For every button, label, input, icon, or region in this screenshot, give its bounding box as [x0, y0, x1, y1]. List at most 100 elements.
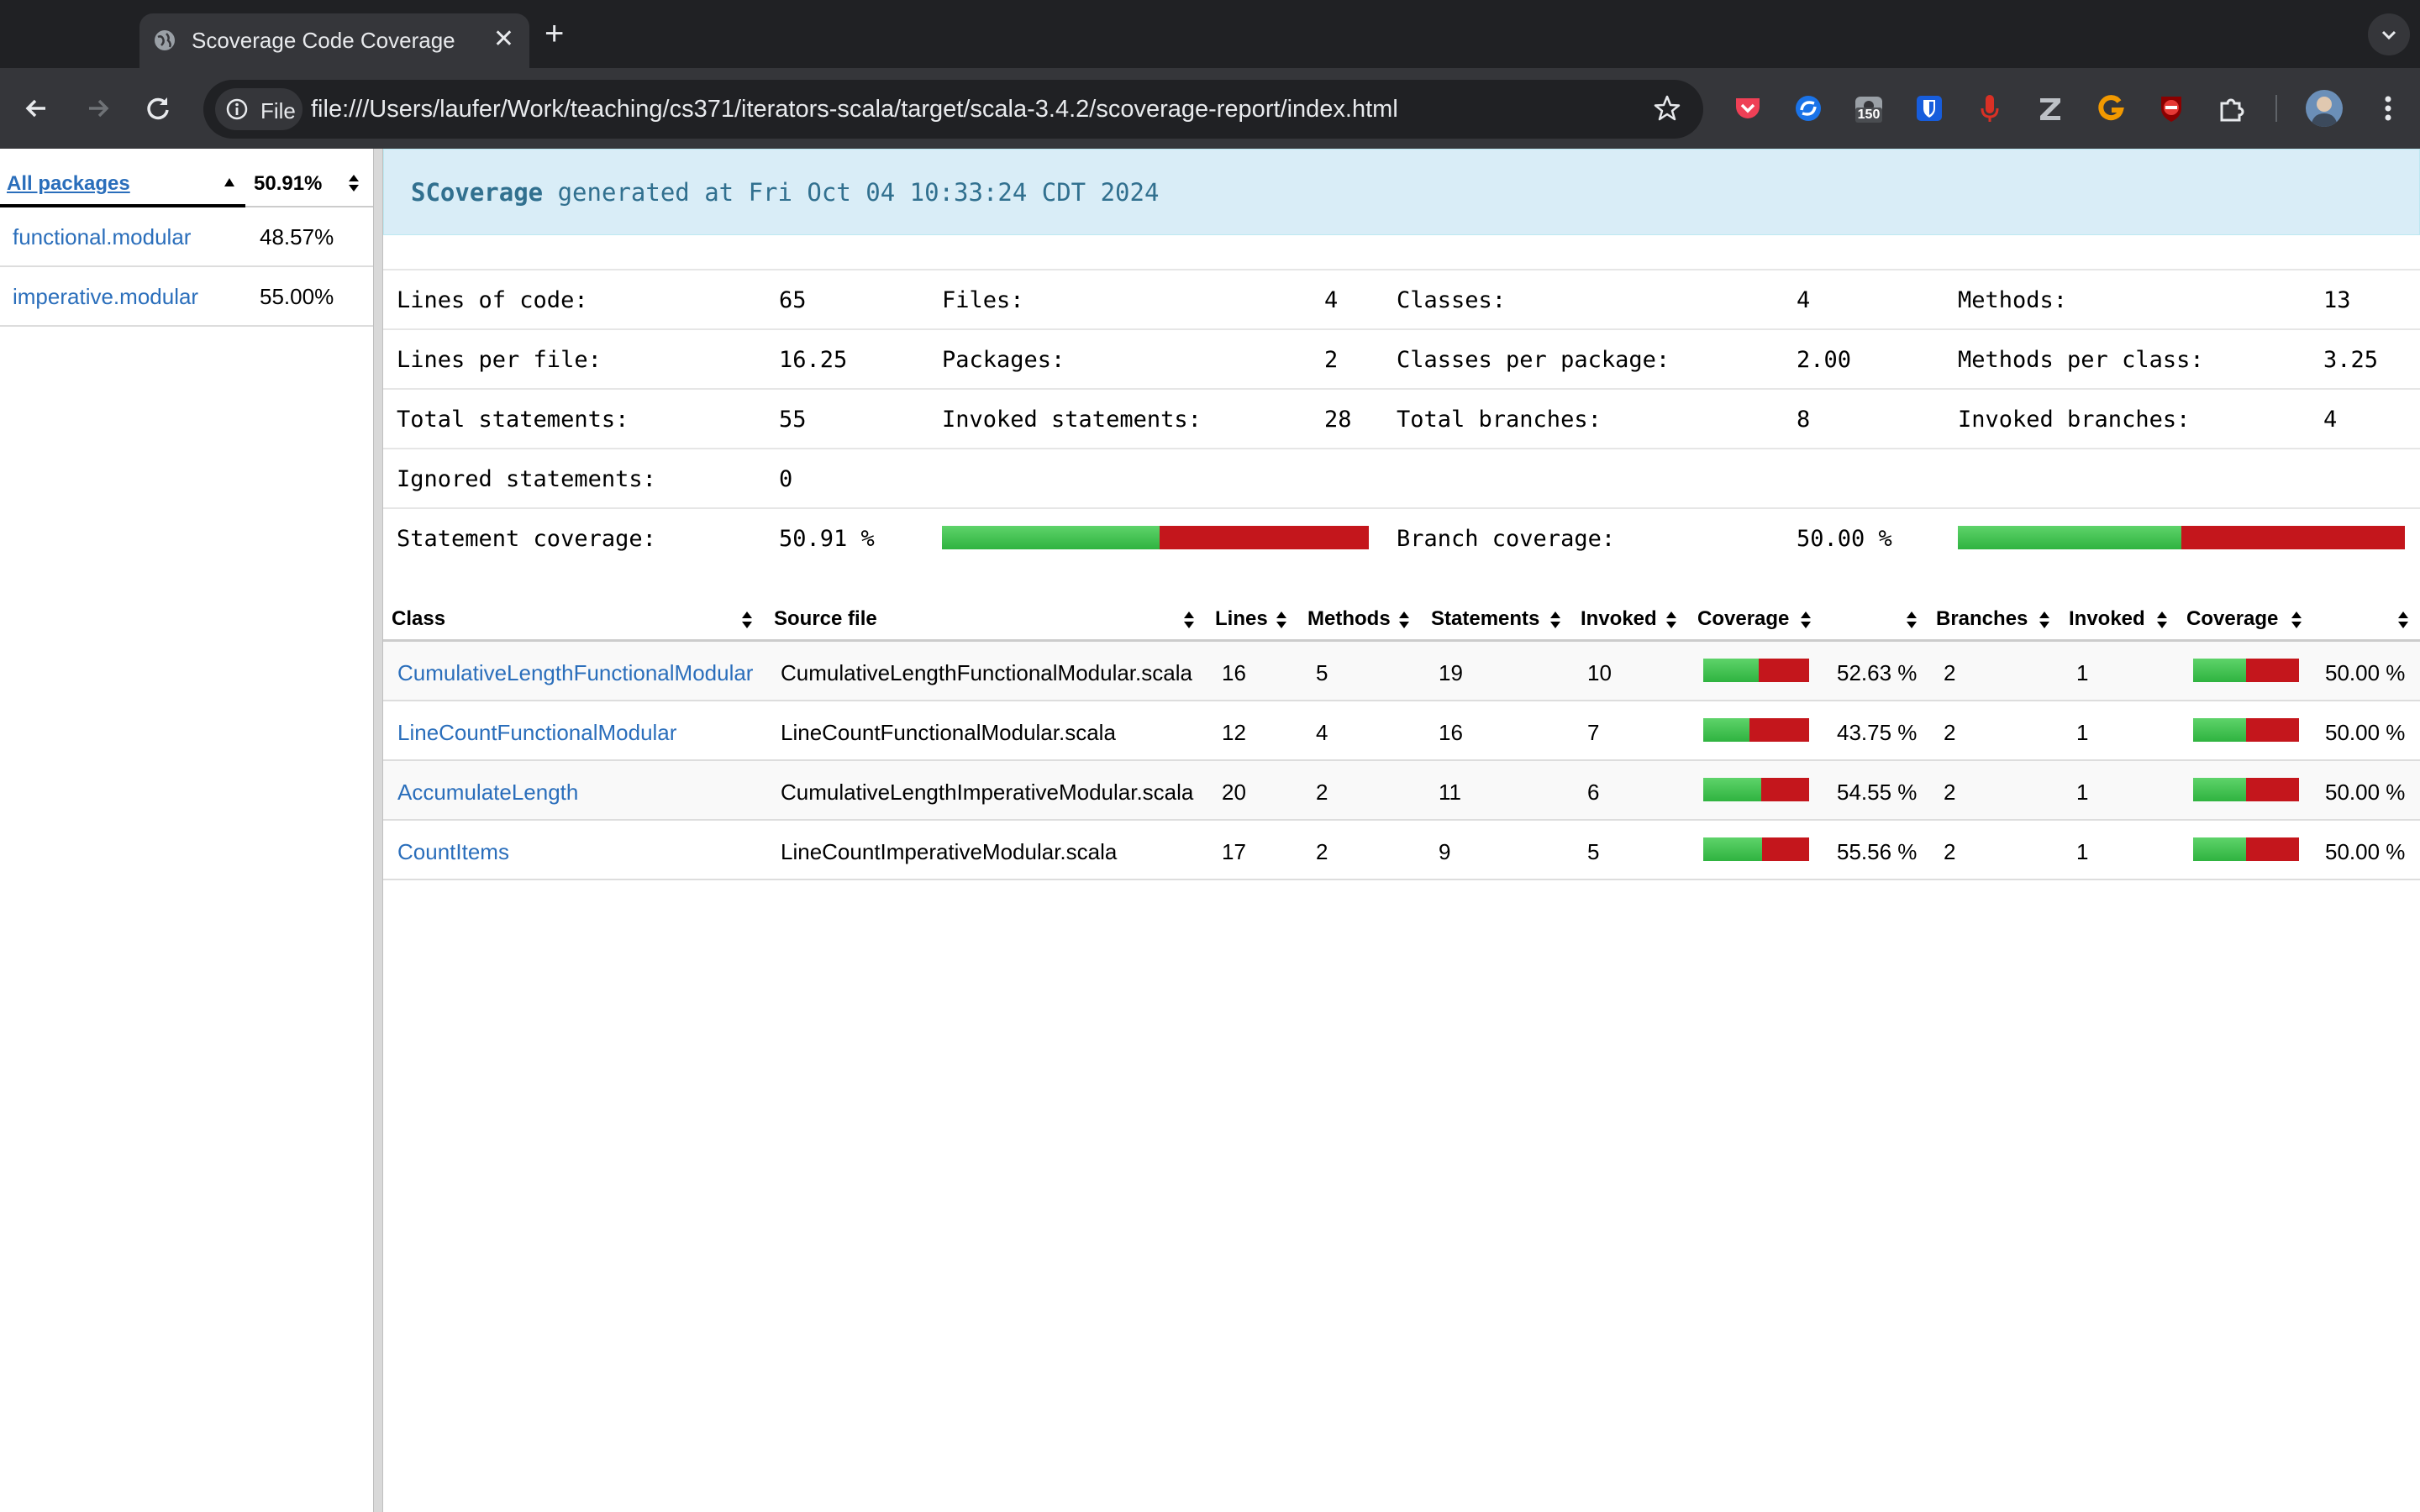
- covered-segment: [1703, 659, 1760, 682]
- col-source-file[interactable]: Source file: [774, 607, 877, 631]
- col-invoked[interactable]: Invoked: [1581, 607, 1657, 631]
- source-file: CumulativeLengthFunctionalModular.scala: [781, 660, 1192, 685]
- methods-value: 4: [1316, 720, 1328, 745]
- stat-label: Invoked branches:: [1958, 407, 2191, 433]
- uncovered-segment: [2246, 659, 2299, 682]
- uncovered-segment: [1759, 659, 1809, 682]
- sort-icon[interactable]: [1276, 611, 1287, 629]
- uncovered-segment: [1760, 778, 1809, 801]
- package-link[interactable]: imperative.modular: [13, 284, 198, 310]
- col-coverage[interactable]: Coverage: [1697, 607, 1789, 631]
- stat-value: 16.25: [779, 347, 848, 373]
- lines-value: 20: [1222, 780, 1246, 805]
- forward-arrow-icon[interactable]: [79, 90, 116, 127]
- new-tab-button[interactable]: +: [544, 15, 564, 52]
- col-class[interactable]: Class: [392, 607, 445, 631]
- sort-icon[interactable]: [1800, 611, 1812, 629]
- covered-segment: [2193, 778, 2246, 801]
- statements-value: 19: [1439, 660, 1463, 685]
- microphone-icon[interactable]: [1973, 92, 2007, 125]
- stat-label: Lines per file:: [397, 347, 602, 373]
- covered-segment: [942, 526, 1160, 549]
- address-bar[interactable]: File file:///Users/laufer/Work/teaching/…: [203, 80, 1703, 139]
- invoked-value: 5: [1587, 839, 1600, 864]
- page-content: All packages 50.91% functional.modular 4…: [0, 149, 2420, 1512]
- stat-label: Methods per class:: [1958, 347, 2204, 373]
- stat-value: 8: [1797, 407, 1811, 433]
- ad-blocker-icon[interactable]: [2154, 92, 2188, 125]
- sort-icon[interactable]: [1183, 611, 1195, 629]
- col-branch-invoked[interactable]: Invoked: [2069, 607, 2145, 631]
- col-methods[interactable]: Methods: [1307, 607, 1391, 631]
- extension-badge-icon[interactable]: 150: [1852, 92, 1886, 125]
- generated-at: generated at Fri Oct 04 10:33:24 CDT 202…: [543, 178, 1160, 207]
- stat-label: Lines of code:: [397, 287, 588, 313]
- class-link[interactable]: CountItems: [397, 839, 509, 865]
- sort-icon[interactable]: [1549, 611, 1561, 629]
- uncovered-segment: [1159, 526, 1369, 549]
- summary-stats-table: Lines of code: 65 Files: 4 Classes: 4 Me…: [383, 269, 2420, 567]
- statement-coverage-bar: [1703, 778, 1809, 801]
- puzzle-extensions-icon[interactable]: [2215, 92, 2249, 125]
- statement-coverage-bar: [1703, 837, 1809, 861]
- table-row: CountItems LineCountImperativeModular.sc…: [383, 821, 2420, 880]
- branch-coverage-value: 50.00 %: [2325, 660, 2406, 685]
- grammar-extension-icon[interactable]: [2094, 92, 2128, 125]
- stat-label: Classes:: [1397, 287, 1507, 313]
- branch-coverage-value: 50.00 %: [2325, 720, 2406, 745]
- statement-coverage-bar: [1703, 659, 1809, 682]
- sort-ascending-icon[interactable]: [224, 177, 235, 187]
- statements-value: 11: [1439, 780, 1461, 805]
- browser-tab-active[interactable]: Scoverage Code Coverage ✕: [139, 13, 529, 68]
- col-branches[interactable]: Branches: [1936, 607, 2028, 631]
- tab-search-button[interactable]: [2368, 13, 2410, 55]
- overview-pane: SCoverage generated at Fri Oct 04 10:33:…: [383, 149, 2420, 1512]
- uncovered-segment: [2246, 718, 2299, 742]
- sort-icon[interactable]: [2039, 611, 2050, 629]
- tab-close-icon[interactable]: ✕: [493, 25, 514, 54]
- all-packages-link[interactable]: All packages: [7, 172, 130, 196]
- pocket-icon[interactable]: [1731, 92, 1765, 125]
- col-lines[interactable]: Lines: [1215, 607, 1268, 631]
- bitwarden-shield-icon[interactable]: [1912, 92, 1946, 125]
- zotero-icon[interactable]: [2033, 92, 2067, 125]
- stat-label: Statement coverage:: [397, 526, 656, 552]
- url-text[interactable]: file:///Users/laufer/Work/teaching/cs371…: [311, 96, 1398, 123]
- report-header-text: SCoverage generated at Fri Oct 04 10:33:…: [411, 178, 1159, 207]
- sort-icon[interactable]: [2291, 611, 2302, 629]
- bookmark-star-icon[interactable]: [1653, 94, 1681, 123]
- class-link[interactable]: CumulativeLengthFunctionalModular: [397, 660, 753, 686]
- stat-label: Methods:: [1958, 287, 2068, 313]
- col-statements[interactable]: Statements: [1431, 607, 1539, 631]
- col-branch-coverage[interactable]: Coverage: [2186, 607, 2278, 631]
- methods-value: 5: [1316, 660, 1328, 685]
- kebab-menu-icon[interactable]: [2370, 90, 2407, 127]
- package-coverage: 48.57%: [260, 224, 334, 249]
- stat-value: 65: [779, 287, 807, 313]
- reload-icon[interactable]: [139, 90, 176, 127]
- sort-icon[interactable]: [1906, 611, 1918, 629]
- sort-icon[interactable]: [1398, 611, 1410, 629]
- stat-value: 55: [779, 407, 807, 433]
- toolbar-divider: [2275, 95, 2277, 122]
- coverage-value: 52.63 %: [1837, 660, 1918, 685]
- source-file: CumulativeLengthImperativeModular.scala: [781, 780, 1194, 805]
- invoked-value: 7: [1587, 720, 1600, 745]
- sync-extension-icon[interactable]: [1791, 92, 1825, 125]
- back-arrow-icon[interactable]: [18, 90, 55, 127]
- sort-icon[interactable]: [348, 174, 360, 192]
- pane-splitter[interactable]: [373, 149, 383, 1512]
- class-link[interactable]: LineCountFunctionalModular: [397, 720, 676, 746]
- covered-segment: [1958, 526, 2181, 549]
- profile-avatar[interactable]: [2306, 90, 2343, 127]
- extension-badge-count: 150: [1855, 108, 1882, 123]
- sort-icon[interactable]: [1665, 611, 1677, 629]
- package-link[interactable]: functional.modular: [13, 224, 191, 250]
- class-link[interactable]: AccumulateLength: [397, 780, 578, 806]
- site-info-chip[interactable]: File: [215, 88, 302, 130]
- sort-icon[interactable]: [741, 611, 753, 629]
- sort-icon[interactable]: [2156, 611, 2168, 629]
- sort-icon[interactable]: [2397, 611, 2409, 629]
- classes-table: Class Source file Lines Methods Statemen…: [383, 592, 2420, 880]
- branches-value: 2: [1944, 780, 1956, 805]
